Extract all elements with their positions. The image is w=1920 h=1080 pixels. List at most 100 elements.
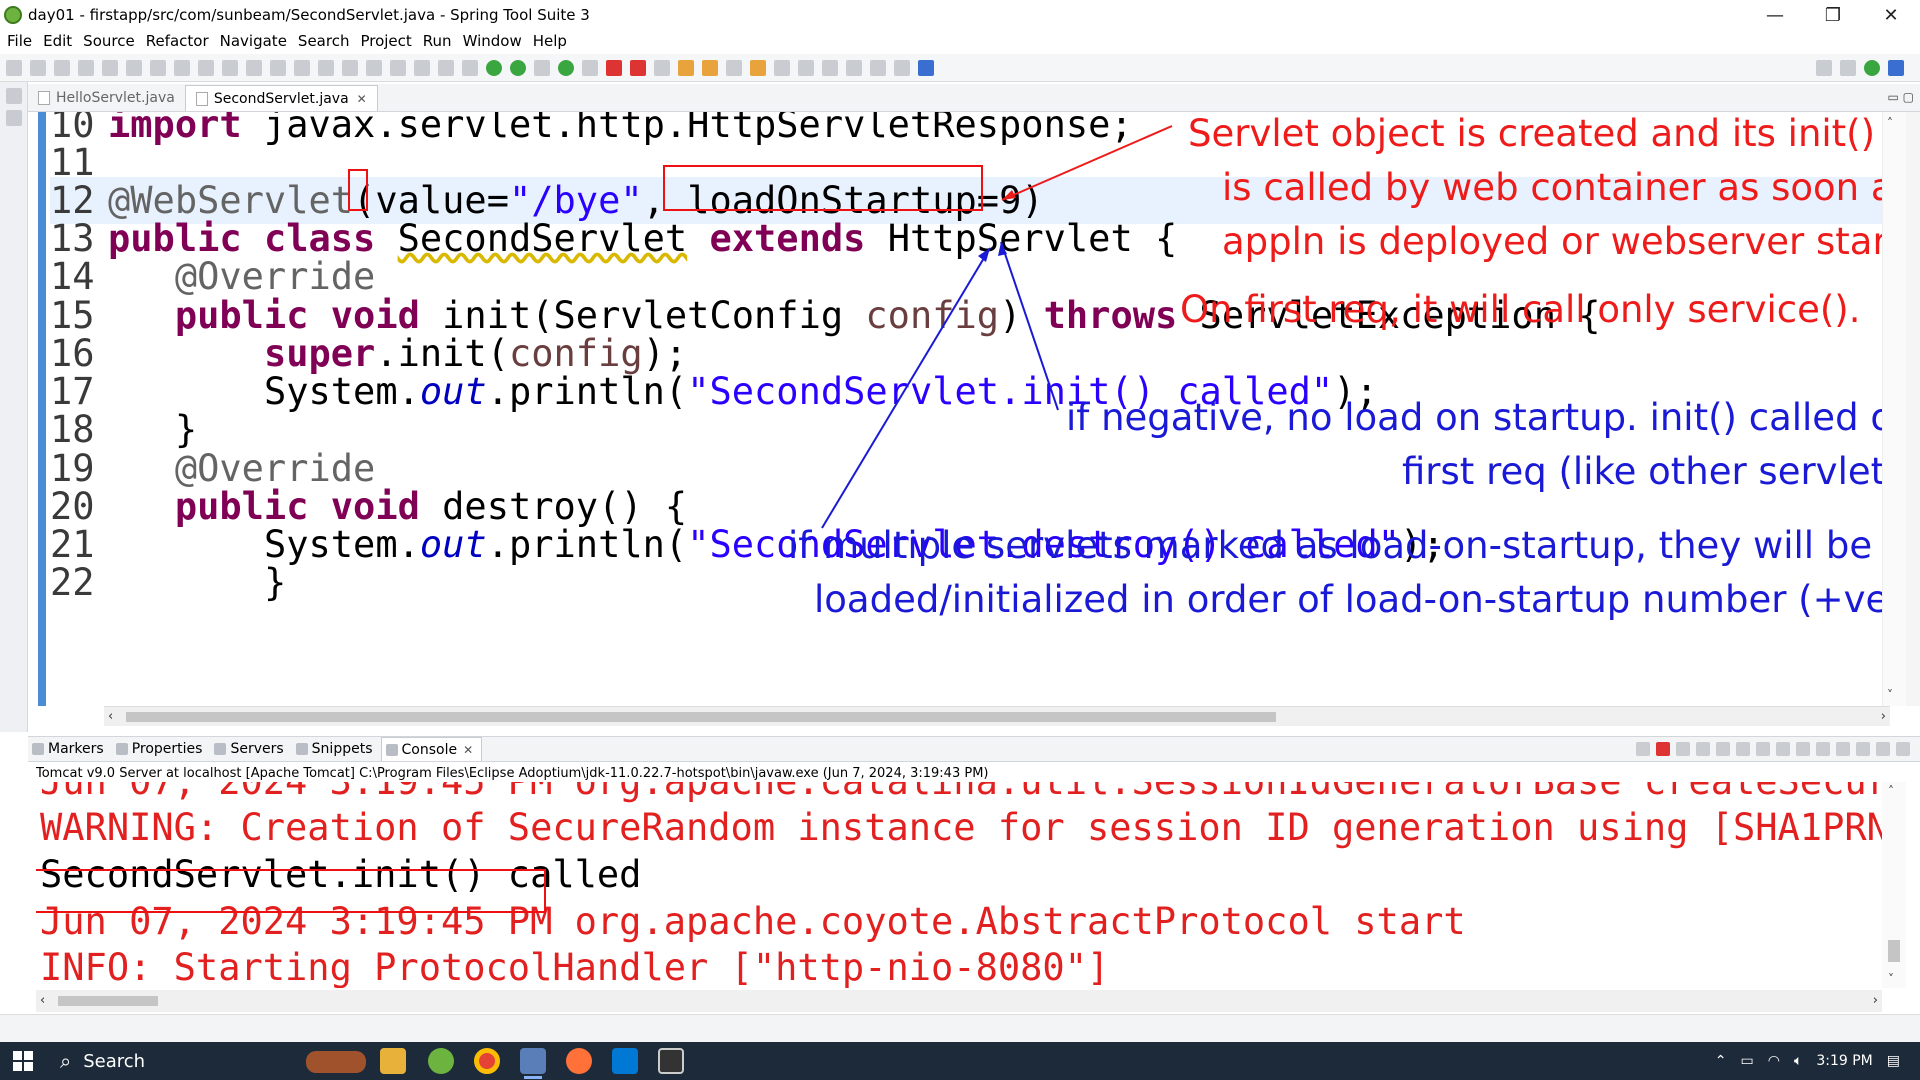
remove-all-icon[interactable]	[1696, 742, 1710, 756]
menu-search[interactable]: Search	[298, 32, 350, 50]
globe-icon[interactable]	[774, 59, 790, 76]
vscode-icon[interactable]	[612, 1048, 638, 1074]
menu-file[interactable]: File	[7, 32, 32, 50]
edit-icon[interactable]	[174, 59, 190, 76]
menu-refactor[interactable]: Refactor	[146, 32, 209, 50]
terminate-icon[interactable]	[1636, 742, 1650, 756]
wifi-icon[interactable]: ◠	[1768, 1053, 1780, 1069]
tab-markers[interactable]: Markers	[28, 737, 112, 761]
scroll-left-icon[interactable]: ‹	[108, 709, 113, 724]
menu-source[interactable]: Source	[83, 32, 135, 50]
show-on-stdout-icon[interactable]	[1776, 742, 1790, 756]
volume-icon[interactable]: 🔈︎	[1794, 1053, 1802, 1069]
suspend-icon[interactable]	[342, 59, 358, 76]
terminal-app-icon[interactable]	[658, 1048, 684, 1074]
tab-servers[interactable]: Servers	[210, 737, 291, 761]
console-vertical-scrollbar[interactable]: ˄ ˅	[1882, 782, 1906, 988]
last-edit-icon[interactable]	[846, 59, 862, 76]
disconnect-icon[interactable]	[390, 59, 406, 76]
annotation-icon[interactable]	[750, 59, 766, 76]
stop-server-icon[interactable]	[606, 59, 622, 76]
scroll-up-icon[interactable]: ˄	[1888, 784, 1894, 798]
taskbar-search[interactable]: ⌕ Search	[48, 1042, 378, 1080]
wrap-icon[interactable]	[246, 59, 262, 76]
pin-icon[interactable]	[150, 59, 166, 76]
editor-horizontal-scrollbar[interactable]: ‹ ›	[104, 706, 1890, 726]
paste-icon[interactable]	[222, 59, 238, 76]
file-explorer-icon[interactable]	[380, 1048, 406, 1074]
pin-console-icon[interactable]	[1816, 742, 1830, 756]
clock-time[interactable]: 3:19 PM	[1816, 1053, 1872, 1069]
boot-dashboard-icon[interactable]	[486, 59, 502, 76]
spring-tool-suite-taskbar-icon[interactable]	[428, 1048, 454, 1074]
editor-vertical-scrollbar[interactable]: ˄ ˅	[1882, 112, 1906, 706]
console-horizontal-scrollbar[interactable]: ‹ ›	[36, 990, 1882, 1012]
spring-perspective-icon[interactable]	[1864, 59, 1880, 76]
new-project-icon[interactable]	[78, 59, 94, 76]
skip-breakpoints-icon[interactable]	[294, 59, 310, 76]
tab-second-servlet[interactable]: SecondServlet.java ✕	[184, 85, 378, 111]
open-console-icon[interactable]	[1856, 742, 1870, 756]
resume-icon[interactable]	[318, 59, 334, 76]
close-tab-icon[interactable]: ✕	[357, 92, 367, 106]
restore-view-icon[interactable]	[5, 88, 22, 104]
next-annotation-icon[interactable]	[798, 59, 814, 76]
stop-icon[interactable]	[1656, 742, 1670, 756]
scroll-up-icon[interactable]: ˄	[1887, 116, 1893, 130]
menu-help[interactable]: Help	[533, 32, 567, 50]
tab-properties[interactable]: Properties	[112, 737, 211, 761]
menu-project[interactable]: Project	[360, 32, 411, 50]
firefox-icon[interactable]	[566, 1048, 592, 1074]
close-tab-icon[interactable]: ✕	[463, 743, 473, 757]
run-icon[interactable]	[558, 59, 574, 76]
restore-button[interactable]: ❐	[1804, 0, 1862, 30]
java-perspective-icon[interactable]	[1888, 59, 1904, 76]
scroll-thumb[interactable]	[1888, 940, 1900, 962]
console-output[interactable]: Jun 07, 2024 3:19:45 PM org.apache.catal…	[36, 782, 1882, 988]
scroll-lock-icon[interactable]	[1736, 742, 1750, 756]
scroll-down-icon[interactable]: ˅	[1887, 688, 1893, 702]
prev-annotation-icon[interactable]	[822, 59, 838, 76]
tab-snippets[interactable]: Snippets	[292, 737, 381, 761]
menu-navigate[interactable]: Navigate	[220, 32, 287, 50]
pin-editor-icon[interactable]	[918, 59, 934, 76]
spring-icon[interactable]	[510, 59, 526, 76]
minimize-view-icon[interactable]	[1876, 742, 1890, 756]
notifications-icon[interactable]: ▤	[1887, 1053, 1900, 1069]
menu-edit[interactable]: Edit	[43, 32, 72, 50]
open-perspective-icon[interactable]	[1840, 59, 1856, 76]
close-button[interactable]: ✕	[1862, 0, 1920, 30]
menu-run[interactable]: Run	[423, 32, 452, 50]
package-explorer-icon[interactable]	[5, 110, 22, 126]
active-app-icon[interactable]	[520, 1048, 546, 1079]
coverage-icon[interactable]	[582, 59, 598, 76]
scroll-thumb[interactable]	[58, 996, 158, 1006]
save-all-icon[interactable]	[54, 59, 70, 76]
step-over-icon[interactable]	[438, 59, 454, 76]
clear-console-icon[interactable]	[1716, 742, 1730, 756]
scroll-thumb[interactable]	[126, 712, 1276, 722]
display-console-icon[interactable]	[1836, 742, 1850, 756]
step-return-icon[interactable]	[462, 59, 478, 76]
open-type-icon[interactable]	[678, 59, 694, 76]
chrome-icon[interactable]	[474, 1048, 500, 1074]
copy-icon[interactable]	[198, 59, 214, 76]
remove-launch-icon[interactable]	[1676, 742, 1690, 756]
word-wrap-icon[interactable]	[1756, 742, 1770, 756]
quick-access-search-icon[interactable]	[1816, 59, 1832, 76]
debug-icon[interactable]	[534, 59, 550, 76]
open-task-icon[interactable]	[702, 59, 718, 76]
show-on-stderr-icon[interactable]	[1796, 742, 1810, 756]
menu-window[interactable]: Window	[463, 32, 522, 50]
configure-icon[interactable]	[102, 59, 118, 76]
save-icon[interactable]	[30, 59, 46, 76]
chevron-up-icon[interactable]: ⌃	[1715, 1053, 1727, 1069]
battery-icon[interactable]: ▭	[1740, 1053, 1753, 1069]
new-class-icon[interactable]	[654, 59, 670, 76]
maximize-view-icon[interactable]	[1896, 742, 1910, 756]
back-icon[interactable]	[870, 59, 886, 76]
terminal-icon[interactable]	[270, 59, 286, 76]
refactor-icon[interactable]	[126, 59, 142, 76]
forward-icon[interactable]	[894, 59, 910, 76]
new-icon[interactable]	[6, 59, 22, 76]
